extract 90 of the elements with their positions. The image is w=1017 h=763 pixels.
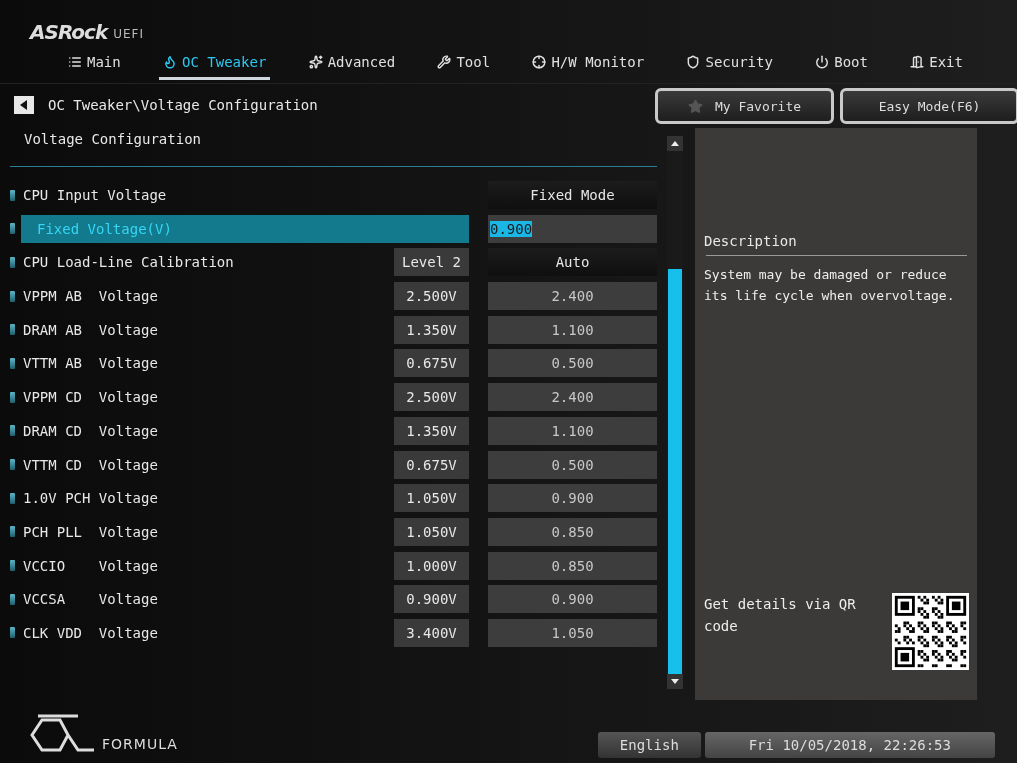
easy-mode-button[interactable]: Easy Mode(F6) (840, 88, 1017, 124)
setting-label[interactable]: DRAM AB Voltage (21, 315, 158, 344)
scrollbar[interactable] (667, 136, 683, 689)
description-text: System may be damaged or reduce its life cycle when overvoltage. (704, 266, 956, 305)
bullet-icon (10, 391, 15, 403)
bullet-icon (10, 189, 15, 201)
bullet-icon (10, 627, 15, 639)
tools-icon (437, 55, 452, 69)
value-input[interactable]: 2.400 (488, 383, 657, 412)
description-title: Description (704, 233, 798, 249)
favorite-button[interactable]: My Favorite (655, 88, 834, 124)
setting-label[interactable]: VPPM CD Voltage (21, 383, 158, 412)
star-icon (687, 98, 703, 114)
current-value: 0.900V (394, 585, 469, 614)
value-input[interactable]: 0.500 (488, 349, 657, 378)
bullet-icon (10, 560, 15, 572)
power-icon (815, 55, 830, 69)
door-icon (910, 55, 925, 69)
value-input[interactable]: 2.400 (488, 282, 657, 311)
nav-tab[interactable]: Main (64, 47, 125, 80)
datetime-display: Fri 10/05/2018, 22:26:53 (704, 732, 995, 758)
current-value: Level 2 (394, 248, 469, 277)
scroll-up-button[interactable] (667, 136, 683, 151)
scroll-down-button[interactable] (667, 674, 683, 689)
current-value: 2.500V (394, 282, 469, 311)
nav-tab[interactable]: H/W Monitor (528, 47, 649, 80)
back-button[interactable] (14, 96, 34, 114)
setting-label[interactable]: DRAM CD Voltage (21, 416, 158, 445)
value-input[interactable]: 0.850 (488, 551, 657, 580)
language-button[interactable]: English (597, 732, 701, 758)
value-input[interactable]: 1.100 (488, 416, 657, 445)
scrollbar-thumb[interactable] (668, 269, 682, 674)
list-icon (68, 55, 82, 69)
current-value: 1.350V (394, 416, 469, 445)
up-arrow-icon (671, 141, 679, 146)
bullet-icon (10, 459, 15, 470)
formula-brand: FORMULA (102, 736, 178, 754)
current-value: 1.350V (394, 315, 469, 344)
bullet-icon (10, 223, 15, 235)
bullet-icon (10, 425, 15, 437)
bullet-icon (10, 492, 15, 504)
option-dropdown[interactable]: Auto (488, 248, 657, 277)
bullet-icon (10, 593, 15, 605)
logo-text: ASRock (30, 20, 108, 44)
value-input[interactable]: 0.900 (488, 585, 657, 614)
setting-label[interactable]: 1.0V PCH Voltage (21, 484, 158, 513)
down-arrow-icon (671, 679, 679, 684)
nav-tab[interactable]: Advanced (304, 47, 400, 80)
setting-label[interactable]: VCCSA Voltage (21, 585, 158, 614)
bullet-icon (10, 357, 15, 369)
option-dropdown[interactable]: Fixed Mode (488, 181, 657, 209)
value-input[interactable]: 0.900 (488, 214, 657, 243)
nav-tab[interactable]: OC Tweaker (159, 47, 271, 80)
bullet-icon (10, 256, 15, 268)
setting-label[interactable]: VPPM AB Voltage (21, 282, 158, 311)
flame-icon (163, 55, 178, 69)
current-value: 0.675V (394, 349, 469, 378)
logo-suffix: UEFI (113, 27, 144, 43)
setting-label[interactable]: CPU Load-Line Calibration (21, 248, 234, 277)
crosshair-icon (532, 55, 547, 69)
nav-tab[interactable]: Tool (433, 47, 495, 80)
value-input[interactable]: 1.050 (488, 618, 657, 647)
shield-icon (686, 55, 701, 69)
setting-label[interactable]: VCCIO Voltage (21, 551, 158, 580)
bullet-icon (10, 526, 15, 538)
nav-tab[interactable]: Exit (906, 47, 967, 80)
current-value: 1.050V (394, 484, 469, 513)
breadcrumb: OC Tweaker\Voltage Configuration (48, 97, 318, 113)
setting-label[interactable]: CLK VDD Voltage (21, 618, 158, 647)
value-input[interactable]: 0.850 (488, 517, 657, 546)
value-input[interactable]: 0.900 (488, 484, 657, 513)
current-value: 2.500V (394, 383, 469, 412)
back-icon (20, 100, 28, 110)
setting-label[interactable]: PCH PLL Voltage (21, 517, 158, 546)
bullet-icon (10, 324, 15, 336)
nav-tab[interactable]: Boot (811, 47, 872, 80)
current-value: 0.675V (394, 450, 469, 479)
setting-label[interactable]: VTTM AB Voltage (21, 349, 158, 378)
current-value: 1.050V (394, 517, 469, 546)
current-value: 3.400V (394, 618, 469, 647)
qr-caption: Get details via QR code (704, 595, 857, 636)
value-input[interactable]: 1.100 (488, 315, 657, 344)
nav-tab[interactable]: Security (682, 47, 777, 80)
bullet-icon (10, 290, 15, 302)
current-value: 1.000V (394, 551, 469, 580)
setting-label[interactable]: VTTM CD Voltage (21, 450, 158, 479)
setting-label[interactable]: CPU Input Voltage (21, 181, 167, 209)
star-icon (308, 55, 323, 69)
section-title: Voltage Configuration (23, 130, 202, 149)
value-input[interactable]: 0.500 (488, 450, 657, 479)
